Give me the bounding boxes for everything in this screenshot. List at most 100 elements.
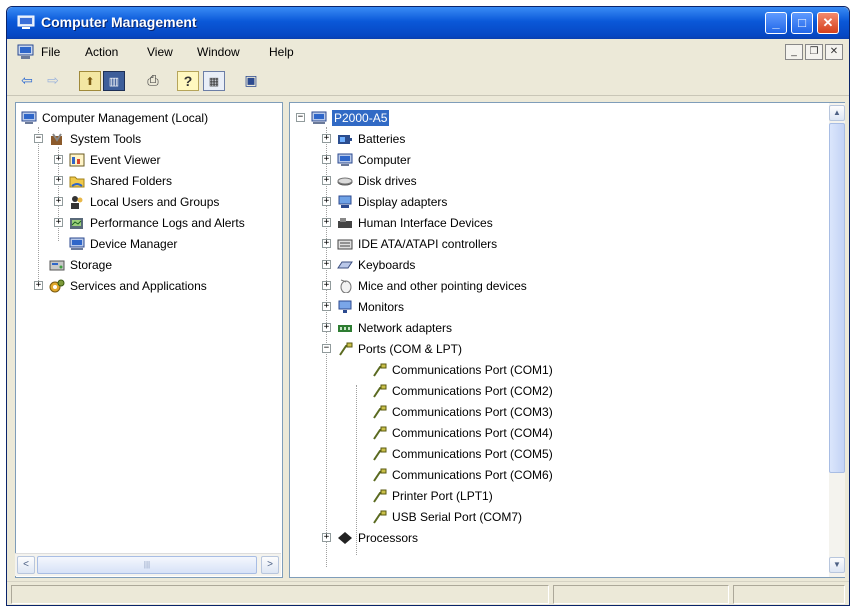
tree-item-computer-management[interactable]: Computer Management (Local)	[20, 107, 208, 128]
horizontal-scroll-thumb[interactable]: |||	[37, 556, 257, 574]
port-icon	[370, 467, 387, 482]
device-item-port[interactable]: Communications Port (COM3)	[370, 401, 553, 422]
right-vertical-scrollbar[interactable]: ▲ ▼	[829, 103, 845, 577]
vertical-scroll-thumb[interactable]	[829, 123, 845, 473]
forward-arrow-icon[interactable]: ⇨	[43, 71, 63, 89]
device-item-port[interactable]: Communications Port (COM6)	[370, 464, 553, 485]
device-category-hid[interactable]: + Human Interface Devices	[322, 212, 493, 233]
computer-management-icon	[20, 110, 37, 125]
network-adapter-icon	[336, 320, 353, 335]
tree-item-device-manager[interactable]: Device Manager	[68, 233, 177, 254]
keyboard-icon	[336, 257, 353, 272]
expand-toggle[interactable]: +	[54, 176, 63, 185]
expand-toggle[interactable]: +	[322, 260, 331, 269]
tree-item-system-tools[interactable]: − System Tools	[34, 128, 141, 149]
scroll-down-button[interactable]: ▼	[829, 557, 845, 573]
up-folder-icon[interactable]: ⬆	[79, 71, 101, 91]
shared-folders-icon	[68, 173, 85, 188]
mmc-icon[interactable]	[17, 44, 35, 60]
computer-management-icon	[17, 15, 35, 29]
expand-toggle[interactable]: +	[322, 302, 331, 311]
scroll-left-button[interactable]: <	[17, 556, 35, 574]
device-category-network-adapter[interactable]: + Network adapters	[322, 317, 452, 338]
device-item-port[interactable]: Communications Port (COM5)	[370, 443, 553, 464]
mdi-close-button[interactable]: ✕	[825, 44, 843, 60]
tree-label: Shared Folders	[90, 173, 173, 188]
device-category-battery[interactable]: + Batteries	[322, 128, 405, 149]
device-item-port[interactable]: Communications Port (COM4)	[370, 422, 553, 443]
collapse-toggle[interactable]: −	[34, 134, 43, 143]
show-hide-tree-icon[interactable]: ▥	[103, 71, 125, 91]
help-icon[interactable]: ?	[177, 71, 199, 91]
device-item-port[interactable]: Printer Port (LPT1)	[370, 485, 493, 506]
expand-toggle[interactable]: +	[54, 197, 63, 206]
tree-item-services-applications[interactable]: + Services and Applications	[34, 275, 207, 296]
computer-icon	[310, 110, 327, 125]
device-tree-pane[interactable]: − P2000-A5 + Batteries + Computer + Disk driv…	[289, 102, 845, 578]
device-item-port[interactable]: Communications Port (COM1)	[370, 359, 553, 380]
tree-item-event-viewer[interactable]: + Event Viewer	[54, 149, 160, 170]
collapse-toggle[interactable]: −	[322, 344, 331, 353]
device-category-disk-drive[interactable]: + Disk drives	[322, 170, 417, 191]
expand-toggle[interactable]: +	[322, 323, 331, 332]
device-category-monitor[interactable]: + Monitors	[322, 296, 404, 317]
mdi-restore-button[interactable]: ❐	[805, 44, 823, 60]
expand-toggle[interactable]: +	[322, 239, 331, 248]
mdi-minimize-button[interactable]: _	[785, 44, 803, 60]
scroll-right-button[interactable]: >	[261, 556, 279, 574]
tree-item-performance-logs[interactable]: + Performance Logs and Alerts	[54, 212, 245, 233]
device-category-ide-controller[interactable]: + IDE ATA/ATAPI controllers	[322, 233, 497, 254]
tree-label: Device Manager	[90, 236, 178, 251]
tree-item-local-users-groups[interactable]: + Local Users and Groups	[54, 191, 219, 212]
battery-icon	[336, 131, 353, 146]
expand-toggle[interactable]: +	[322, 155, 331, 164]
tree-item-shared-folders[interactable]: + Shared Folders	[54, 170, 172, 191]
expand-toggle[interactable]: +	[322, 176, 331, 185]
device-category-processor[interactable]: + Processors	[322, 527, 418, 548]
print-icon[interactable]: ⎙	[143, 71, 163, 89]
expand-toggle[interactable]: +	[322, 533, 331, 542]
menu-window[interactable]: Window	[197, 45, 240, 59]
expand-toggle[interactable]: +	[54, 218, 63, 227]
tree-item-storage[interactable]: Storage	[48, 254, 112, 275]
menu-file[interactable]: File	[41, 45, 60, 59]
tree-label: Human Interface Devices	[358, 215, 493, 230]
device-category-keyboard[interactable]: + Keyboards	[322, 254, 415, 275]
scroll-up-button[interactable]: ▲	[829, 105, 845, 121]
back-arrow-icon[interactable]: ⇦	[17, 71, 37, 89]
tree-item-computer-root[interactable]: − P2000-A5	[296, 107, 390, 128]
minimize-button[interactable]: _	[765, 12, 787, 34]
disk-drive-icon	[336, 173, 353, 188]
tree-label: System Tools	[70, 131, 142, 146]
expand-toggle[interactable]: +	[322, 218, 331, 227]
toolbar: ⇦ ⇨ ⬆ ▥ ⎙ ? ▦ ▣	[7, 65, 849, 96]
menu-help[interactable]: Help	[269, 45, 294, 59]
title-bar[interactable]: Computer Management _ □ ✕	[7, 7, 849, 39]
console-tree-pane[interactable]: Computer Management (Local) − System Too…	[15, 102, 283, 578]
device-category-display-adapter[interactable]: + Display adapters	[322, 191, 447, 212]
expand-toggle[interactable]: +	[322, 197, 331, 206]
left-horizontal-scrollbar[interactable]: < ||| >	[15, 553, 281, 576]
properties-icon[interactable]: ▦	[203, 71, 225, 91]
maximize-button[interactable]: □	[791, 12, 813, 34]
expand-toggle[interactable]: +	[322, 134, 331, 143]
tree-label: Local Users and Groups	[90, 194, 220, 209]
device-manager-toolbar-icon[interactable]: ▣	[241, 71, 261, 89]
expand-toggle[interactable]: +	[322, 281, 331, 290]
tree-label: Monitors	[358, 299, 405, 314]
device-category-mouse[interactable]: + Mice and other pointing devices	[322, 275, 527, 296]
expand-toggle[interactable]: +	[34, 281, 43, 290]
mouse-icon	[336, 278, 353, 293]
services-icon	[48, 278, 65, 293]
device-item-port[interactable]: USB Serial Port (COM7)	[370, 506, 522, 527]
device-item-port[interactable]: Communications Port (COM2)	[370, 380, 553, 401]
tree-label: Storage	[70, 257, 113, 272]
menu-action[interactable]: Action	[85, 45, 118, 59]
expand-toggle[interactable]: +	[54, 155, 63, 164]
tree-label-selected: P2000-A5	[332, 109, 390, 126]
close-button[interactable]: ✕	[817, 12, 839, 34]
menu-view[interactable]: View	[147, 45, 173, 59]
device-category-port[interactable]: − Ports (COM & LPT)	[322, 338, 462, 359]
collapse-toggle[interactable]: −	[296, 113, 305, 122]
device-category-computer[interactable]: + Computer	[322, 149, 411, 170]
